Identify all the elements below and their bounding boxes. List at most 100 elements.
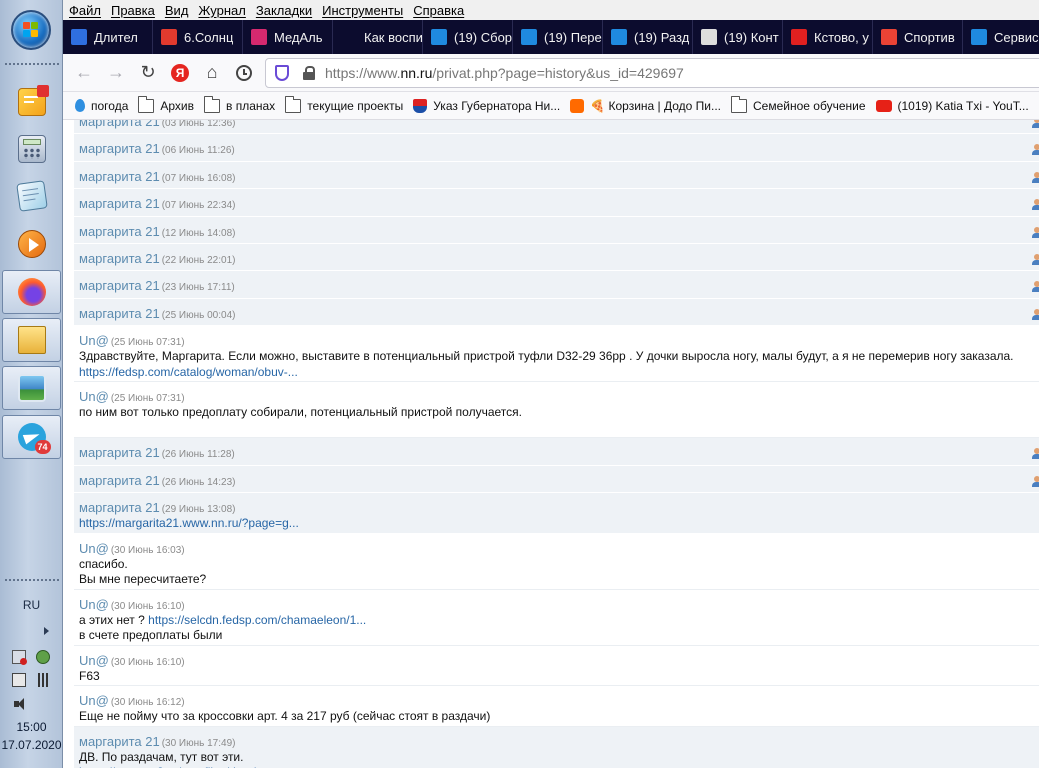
- speaker-icon[interactable]: [12, 697, 26, 711]
- yandex-button[interactable]: Я: [165, 58, 195, 88]
- message-author[interactable]: маргарита 21: [79, 278, 160, 293]
- user-icon[interactable]: [1032, 448, 1039, 460]
- message-author[interactable]: маргарита 21: [79, 445, 160, 460]
- bookmark-item[interactable]: в планах: [203, 95, 275, 113]
- message-author[interactable]: Un@: [79, 541, 109, 556]
- user-icon[interactable]: [1032, 199, 1039, 211]
- url-text[interactable]: https://www.nn.ru/privat.php?page=histor…: [325, 65, 684, 81]
- bookmark-item[interactable]: текущие проекты: [284, 95, 403, 113]
- bookmark-item[interactable]: (1019) Katia Txi - YouT...: [875, 99, 1029, 113]
- menu-item[interactable]: Справка: [413, 3, 464, 18]
- taskbar-calculator[interactable]: [2, 127, 61, 171]
- browser-tab[interactable]: (19) Сбор: [423, 20, 513, 54]
- user-icon[interactable]: [1032, 226, 1039, 238]
- message-author[interactable]: Un@: [79, 653, 109, 668]
- message-author[interactable]: маргарита 21: [79, 251, 160, 266]
- message-author[interactable]: Un@: [79, 389, 109, 404]
- message-history: маргарита 21 (03 Июнь 12:36) маргарита 21(…: [63, 120, 1039, 768]
- address-bar[interactable]: https://www.nn.ru/privat.php?page=histor…: [265, 58, 1039, 88]
- taskbar-explorer[interactable]: [2, 318, 61, 362]
- clock-date[interactable]: 17.07.2020: [0, 738, 63, 752]
- message-author[interactable]: маргарита 21: [79, 141, 160, 156]
- user-icon[interactable]: [1032, 120, 1039, 128]
- taskbar-sticky-notes[interactable]: [2, 80, 61, 124]
- browser-tab[interactable]: (19) Пере: [513, 20, 603, 54]
- action-center-flag-icon[interactable]: [12, 650, 27, 665]
- water-drop-icon: [75, 99, 85, 112]
- message-author[interactable]: Un@: [79, 693, 109, 708]
- lock-icon[interactable]: [303, 66, 315, 80]
- menu-item[interactable]: Правка: [111, 3, 155, 18]
- taskbar-telegram[interactable]: 74: [2, 415, 61, 459]
- forward-button[interactable]: →: [101, 58, 131, 88]
- blue-squares-icon: [521, 29, 537, 45]
- message-link[interactable]: https://fedsp.com/catalog/woman/obuv-...: [79, 365, 298, 379]
- tracking-protection-shield-icon[interactable]: [275, 65, 289, 81]
- update-icon[interactable]: [36, 650, 50, 664]
- message-text: https://fedsp.com/catalog/woman/obuv-...: [79, 365, 298, 379]
- bookmark-item[interactable]: 🍕 Корзина | Додо Пи...: [570, 98, 721, 113]
- language-indicator[interactable]: RU: [0, 598, 63, 612]
- menu-item[interactable]: Файл: [69, 3, 101, 18]
- user-icon[interactable]: [1032, 144, 1039, 156]
- taskbar-notepad[interactable]: [2, 174, 61, 218]
- tab-label: Сервис: [994, 29, 1039, 45]
- message-link[interactable]: https://selcdn.fedsp.com/chamaeleon/1...: [148, 613, 366, 627]
- browser-tab[interactable]: Длител: [63, 20, 153, 54]
- blank-page-icon: [341, 29, 357, 45]
- show-hidden-icons-icon[interactable]: [44, 627, 49, 635]
- message-date: (25 Июнь 00:04): [161, 309, 236, 321]
- menu-item[interactable]: Вид: [165, 3, 189, 18]
- bookmark-item[interactable]: Архив: [137, 95, 194, 113]
- message-date: (30 Июнь 16:10): [110, 600, 185, 612]
- taskbar-photo-viewer[interactable]: [2, 366, 61, 410]
- browser-tab[interactable]: Как воспиты: [333, 20, 423, 54]
- reload-button[interactable]: ↻: [133, 58, 163, 88]
- history-button[interactable]: [229, 58, 259, 88]
- message-author[interactable]: Un@: [79, 597, 109, 612]
- browser-tab[interactable]: 6.Солнц: [153, 20, 243, 54]
- menu-item[interactable]: Инструменты: [322, 3, 403, 18]
- browser-tab[interactable]: (19) Конт: [693, 20, 783, 54]
- menu-item[interactable]: Закладки: [256, 3, 312, 18]
- message-author[interactable]: маргарита 21: [79, 306, 160, 321]
- menu-item[interactable]: Журнал: [198, 3, 245, 18]
- cart-icon: [701, 29, 717, 45]
- message-author[interactable]: маргарита 21: [79, 734, 160, 749]
- taskbar-grip: [4, 62, 59, 67]
- message-item: маргарита 21 (23 Июнь 17:11): [74, 271, 1039, 299]
- bookmark-item[interactable]: Семейное обучение: [730, 95, 866, 113]
- network-signal-icon[interactable]: [36, 673, 50, 687]
- bookmark-item[interactable]: Указ Губернатора Ни...: [413, 98, 560, 113]
- back-button[interactable]: ←: [69, 58, 99, 88]
- taskbar-grip: [4, 578, 59, 583]
- message-author[interactable]: маргарита 21: [79, 500, 160, 515]
- message-author[interactable]: Un@: [79, 333, 109, 348]
- message-author[interactable]: маргарита 21: [79, 120, 160, 129]
- user-icon[interactable]: [1032, 281, 1039, 293]
- message-author[interactable]: маргарита 21: [79, 196, 160, 211]
- clock-time[interactable]: 15:00: [0, 720, 63, 734]
- browser-tab[interactable]: МедАль: [243, 20, 333, 54]
- user-icon[interactable]: [1032, 308, 1039, 320]
- start-button[interactable]: [11, 10, 51, 50]
- browser-tab[interactable]: Кстово, у: [783, 20, 873, 54]
- message-text-segment: по ним вот только предоплату собирали, п…: [79, 405, 522, 420]
- home-button[interactable]: ⌂: [197, 58, 227, 88]
- message-item: Un@ (25 Июнь 07:31) Здравствуйте, Маргарит…: [74, 326, 1039, 383]
- taskbar-media-player[interactable]: [2, 222, 61, 266]
- power-icon[interactable]: [12, 673, 26, 687]
- message-author[interactable]: маргарита 21: [79, 224, 160, 239]
- message-link[interactable]: https://margarita21.www.nn.ru/?page=g...: [79, 516, 299, 530]
- user-icon[interactable]: [1032, 171, 1039, 183]
- browser-tab[interactable]: (19) Разд: [603, 20, 693, 54]
- browser-tab[interactable]: Спортив: [873, 20, 963, 54]
- bookmark-item[interactable]: погода: [75, 99, 128, 113]
- youtube-icon: [875, 99, 892, 112]
- message-author[interactable]: маргарита 21: [79, 473, 160, 488]
- taskbar-firefox[interactable]: [2, 270, 61, 314]
- user-icon[interactable]: [1032, 475, 1039, 487]
- message-author[interactable]: маргарита 21: [79, 169, 160, 184]
- user-icon[interactable]: [1032, 254, 1039, 265]
- browser-tab[interactable]: Сервис: [963, 20, 1039, 54]
